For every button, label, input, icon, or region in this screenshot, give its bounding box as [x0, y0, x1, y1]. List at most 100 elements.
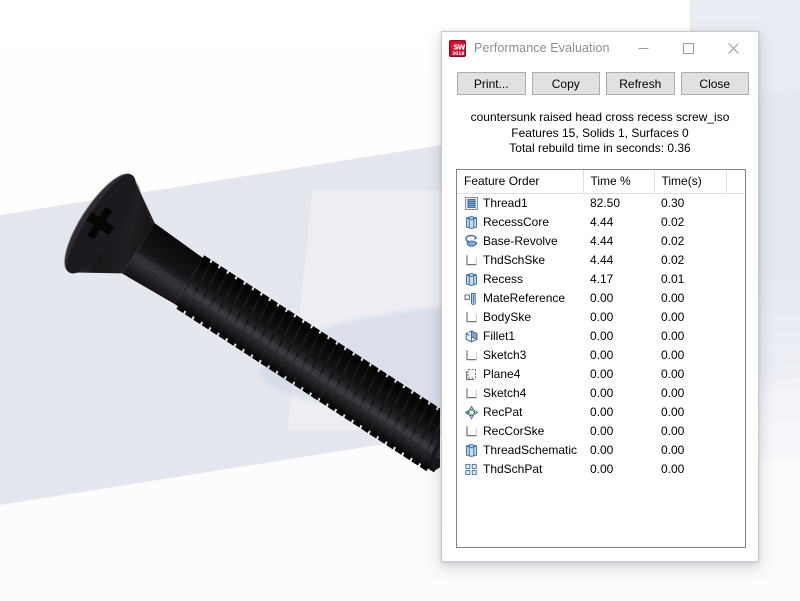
time-seconds-cell: 0.02	[654, 251, 726, 270]
time-seconds-cell: 0.00	[654, 384, 726, 403]
feature-name-label: MateReference	[483, 291, 565, 305]
close-icon-button[interactable]	[711, 33, 756, 63]
time-seconds-cell: 0.00	[654, 346, 726, 365]
table-row[interactable]: Recess 4.17 0.01	[457, 270, 745, 289]
time-seconds-cell: 0.01	[654, 270, 726, 289]
extrude-cut-feature-icon	[464, 272, 479, 287]
feature-name-label: RecessCore	[483, 215, 549, 229]
spacer-cell	[726, 346, 745, 365]
summary-document-name: countersunk raised head cross recess scr…	[452, 110, 748, 126]
table-row[interactable]: Base-Revolve 4.44 0.02	[457, 232, 745, 251]
time-percent-cell: 0.00	[583, 327, 654, 346]
feature-name-cell: RecessCore	[457, 213, 583, 232]
svg-text:2018: 2018	[452, 51, 464, 57]
table-row[interactable]: RecCorSke 0.00 0.00	[457, 422, 745, 441]
table-row[interactable]: ThdSchPat 0.00 0.00	[457, 460, 745, 479]
close-button[interactable]: Close	[681, 72, 750, 95]
time-percent-cell: 0.00	[583, 384, 654, 403]
time-seconds-cell: 0.00	[654, 441, 726, 460]
feature-table-container[interactable]: Feature Order Time % Time(s) Thread1 82.…	[456, 169, 746, 549]
feature-name-cell: Plane4	[457, 365, 583, 384]
time-percent-cell: 0.00	[583, 441, 654, 460]
column-header-time-seconds[interactable]: Time(s)	[654, 170, 726, 194]
solidworks-logo-icon: S W 2018	[449, 40, 466, 57]
feature-name-label: Plane4	[483, 367, 520, 381]
table-row[interactable]: RecessCore 4.44 0.02	[457, 213, 745, 232]
spacer-cell	[726, 422, 745, 441]
feature-name-cell: Thread1	[457, 193, 583, 213]
screw-model[interactable]	[0, 0, 440, 601]
feature-name-cell: Recess	[457, 270, 583, 289]
time-seconds-cell: 0.00	[654, 422, 726, 441]
feature-name-cell: BodySke	[457, 308, 583, 327]
plane-icon	[464, 367, 479, 382]
feature-name-cell: Sketch3	[457, 346, 583, 365]
spacer-cell	[726, 365, 745, 384]
print-button[interactable]: Print...	[457, 72, 526, 95]
screw-model-svg	[0, 0, 440, 601]
feature-name-cell: RecPat	[457, 403, 583, 422]
spacer-cell	[726, 460, 745, 479]
spacer-cell	[726, 251, 745, 270]
feature-name-label: ThdSchPat	[483, 462, 542, 476]
table-row[interactable]: Sketch4 0.00 0.00	[457, 384, 745, 403]
feature-name-cell: ThdSchPat	[457, 460, 583, 479]
linear-pattern-icon	[464, 462, 479, 477]
feature-name-cell: Fillet1	[457, 327, 583, 346]
feature-name-cell: Sketch4	[457, 384, 583, 403]
copy-button[interactable]: Copy	[532, 72, 601, 95]
time-percent-cell: 4.17	[583, 270, 654, 289]
time-seconds-cell: 0.00	[654, 365, 726, 384]
time-seconds-cell: 0.00	[654, 308, 726, 327]
table-row[interactable]: RecPat 0.00 0.00	[457, 403, 745, 422]
feature-name-label: ThdSchSke	[483, 253, 545, 267]
table-row[interactable]: Sketch3 0.00 0.00	[457, 346, 745, 365]
dialog-title: Performance Evaluation	[474, 41, 621, 55]
spacer-cell	[726, 213, 745, 232]
minimize-button[interactable]	[621, 33, 666, 63]
dialog-titlebar[interactable]: S W 2018 Performance Evaluation	[442, 32, 758, 64]
spacer-cell	[726, 441, 745, 460]
sketch-icon	[464, 310, 479, 325]
spacer-cell	[726, 403, 745, 422]
time-percent-cell: 0.00	[583, 365, 654, 384]
feature-name-cell: RecCorSke	[457, 422, 583, 441]
time-seconds-cell: 0.00	[654, 289, 726, 308]
circular-pattern-icon	[464, 405, 479, 420]
dialog-action-buttons: Print... Copy Refresh Close	[442, 64, 758, 104]
table-row[interactable]: BodySke 0.00 0.00	[457, 308, 745, 327]
time-percent-cell: 0.00	[583, 422, 654, 441]
feature-name-cell: MateReference	[457, 289, 583, 308]
table-row[interactable]: Thread1 82.50 0.30	[457, 193, 745, 213]
summary-rebuild-time: Total rebuild time in seconds: 0.36	[452, 141, 748, 157]
feature-name-label: Thread1	[483, 196, 528, 210]
refresh-button[interactable]: Refresh	[606, 72, 675, 95]
table-row[interactable]: ThdSchSke 4.44 0.02	[457, 251, 745, 270]
feature-name-label: Recess	[483, 272, 523, 286]
time-seconds-cell: 0.00	[654, 460, 726, 479]
spacer-cell	[726, 270, 745, 289]
time-percent-cell: 0.00	[583, 346, 654, 365]
feature-name-cell: ThreadSchematic	[457, 441, 583, 460]
feature-name-label: BodySke	[483, 310, 531, 324]
time-percent-cell: 0.00	[583, 403, 654, 422]
revolve-feature-icon	[464, 234, 479, 249]
table-row[interactable]: Fillet1 0.00 0.00	[457, 327, 745, 346]
table-row[interactable]: ThreadSchematic 0.00 0.00	[457, 441, 745, 460]
column-header-feature-order[interactable]: Feature Order	[457, 170, 583, 194]
performance-evaluation-dialog[interactable]: S W 2018 Performance Evaluation Pri	[441, 31, 759, 562]
table-row[interactable]: MateReference 0.00 0.00	[457, 289, 745, 308]
screen: S W 2018 Performance Evaluation Pri	[0, 0, 800, 601]
feature-name-label: RecCorSke	[483, 424, 544, 438]
feature-table: Feature Order Time % Time(s) Thread1 82.…	[457, 170, 745, 479]
time-seconds-cell: 0.00	[654, 327, 726, 346]
table-row[interactable]: Plane4 0.00 0.00	[457, 365, 745, 384]
svg-text:W: W	[458, 43, 466, 51]
time-percent-cell: 4.44	[583, 232, 654, 251]
summary-counts: Features 15, Solids 1, Surfaces 0	[452, 126, 748, 142]
maximize-button[interactable]	[666, 33, 711, 63]
time-percent-cell: 4.44	[583, 213, 654, 232]
summary-block: countersunk raised head cross recess scr…	[442, 104, 758, 166]
column-header-time-percent[interactable]: Time %	[583, 170, 654, 194]
time-seconds-cell: 0.02	[654, 213, 726, 232]
